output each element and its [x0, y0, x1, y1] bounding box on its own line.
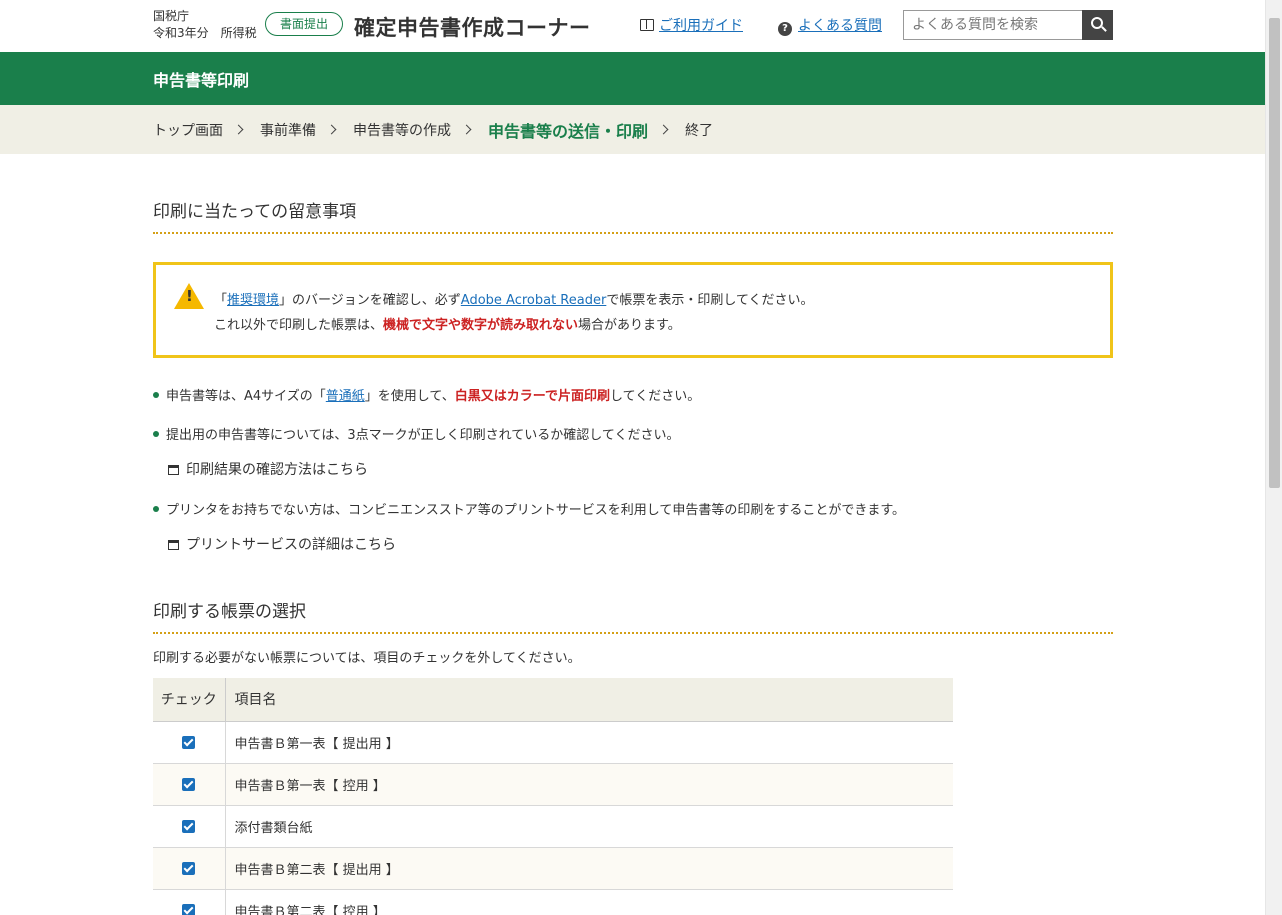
form-name: 申告書Ｂ第一表【 提出用 】 — [225, 721, 953, 764]
form-checkbox[interactable] — [182, 861, 196, 875]
tax-year: 令和3年分 所得税 — [153, 26, 257, 40]
mode-badge: 書面提出 — [265, 12, 343, 36]
table-row: 申告書Ｂ第二表【 控用 】 — [153, 889, 953, 915]
note-three-point-mark: 提出用の申告書等については、3点マークが正しく印刷されているか確認してください。 — [153, 424, 679, 443]
form-selection-table: チェック 項目名 申告書Ｂ第一表【 提出用 】 申告書Ｂ第一表【 控用 】 添付… — [153, 678, 953, 915]
new-window-icon — [168, 465, 179, 475]
chevron-right-icon — [326, 124, 337, 135]
breadcrumb-step-top: トップ画面 — [153, 122, 223, 139]
print-mode-emphasis: 白黒又はカラーで片面印刷 — [454, 389, 610, 404]
warning-icon: ! — [174, 283, 204, 309]
faq-link-label: よくある質問 — [798, 18, 882, 34]
agency-info: 国税庁 令和3年分 所得税 — [153, 8, 257, 42]
site-header: 国税庁 令和3年分 所得税 書面提出 確定申告書作成コーナー ご利用ガイド ? よ… — [0, 0, 1265, 52]
notice-line-1: 「推奨環境」のバージョンを確認し、必ずAdobe Acrobat Readerで… — [214, 293, 814, 308]
form-name: 申告書Ｂ第一表【 控用 】 — [225, 763, 953, 806]
table-row: 申告書Ｂ第一表【 提出用 】 — [153, 721, 953, 764]
breadcrumb-step-preparation: 事前準備 — [260, 122, 316, 139]
chevron-right-icon — [658, 124, 669, 135]
faq-link[interactable]: ? よくある質問 — [778, 15, 882, 36]
form-name: 添付書類台紙 — [225, 805, 953, 848]
notice-line-2: これ以外で印刷した帳票は、機械で文字や数字が読み取れない場合があります。 — [214, 318, 681, 333]
select-section-title: 印刷する帳票の選択 — [153, 597, 1113, 634]
breadcrumb-step-end: 終了 — [685, 122, 714, 139]
warning-notice: ! 「推奨環境」のバージョンを確認し、必ずAdobe Acrobat Reade… — [153, 262, 1113, 358]
column-header-name: 項目名 — [225, 678, 953, 722]
acrobat-reader-link[interactable]: Adobe Acrobat Reader — [461, 293, 607, 308]
site-title: 確定申告書作成コーナー — [354, 16, 591, 40]
guide-link[interactable]: ご利用ガイド — [640, 15, 743, 35]
form-checkbox[interactable] — [182, 819, 196, 833]
notice-emphasis: 機械で文字や数字が読み取れない — [383, 318, 579, 333]
bullet-icon — [153, 506, 159, 512]
bullet-icon — [153, 392, 159, 398]
confirm-print-result-link[interactable]: 印刷結果の確認方法はこちら — [168, 459, 368, 479]
notes-section-title: 印刷に当たっての留意事項 — [153, 197, 1113, 234]
form-checkbox[interactable] — [182, 903, 196, 915]
breadcrumb-step-current: 申告書等の送信・印刷 — [488, 121, 649, 141]
table-row: 添付書類台紙 — [153, 805, 953, 848]
print-service-details-link[interactable]: プリントサービスの詳細はこちら — [168, 534, 396, 554]
table-header-row: チェック 項目名 — [153, 678, 953, 722]
page-title-bar: 申告書等印刷 — [0, 52, 1265, 105]
chevron-right-icon — [233, 124, 244, 135]
bullet-icon — [153, 431, 159, 437]
page-scrollbar[interactable] — [1265, 0, 1282, 915]
form-name: 申告書Ｂ第二表【 提出用 】 — [225, 847, 953, 890]
select-description: 印刷する必要がない帳票については、項目のチェックを外してください。 — [153, 651, 581, 666]
faq-search-input[interactable] — [903, 10, 1083, 40]
note-print-service: プリンタをお持ちでない方は、コンビニエンスストア等のプリントサービスを利用して申… — [153, 499, 905, 518]
note-paper-size: 申告書等は、A4サイズの「普通紙」を使用して、白黒又はカラーで片面印刷してくださ… — [153, 385, 700, 404]
book-icon — [640, 19, 654, 31]
question-icon: ? — [778, 22, 792, 36]
page-title: 申告書等印刷 — [153, 71, 250, 90]
new-window-icon — [168, 540, 179, 550]
form-name: 申告書Ｂ第二表【 控用 】 — [225, 889, 953, 915]
form-checkbox[interactable] — [182, 735, 196, 749]
breadcrumb: トップ画面 事前準備 申告書等の作成 申告書等の送信・印刷 終了 — [0, 105, 1265, 154]
scrollbar-thumb[interactable] — [1269, 18, 1280, 488]
chevron-right-icon — [461, 124, 472, 135]
agency-name: 国税庁 — [153, 9, 190, 23]
recommended-env-link[interactable]: 推奨環境 — [227, 293, 279, 308]
table-row: 申告書Ｂ第二表【 提出用 】 — [153, 847, 953, 890]
table-row: 申告書Ｂ第一表【 控用 】 — [153, 763, 953, 806]
form-checkbox[interactable] — [182, 777, 196, 791]
column-header-check: チェック — [153, 678, 226, 722]
search-button[interactable] — [1082, 10, 1113, 40]
guide-link-label: ご利用ガイド — [659, 18, 743, 34]
plain-paper-link[interactable]: 普通紙 — [326, 389, 365, 404]
breadcrumb-step-create: 申告書等の作成 — [353, 122, 451, 139]
